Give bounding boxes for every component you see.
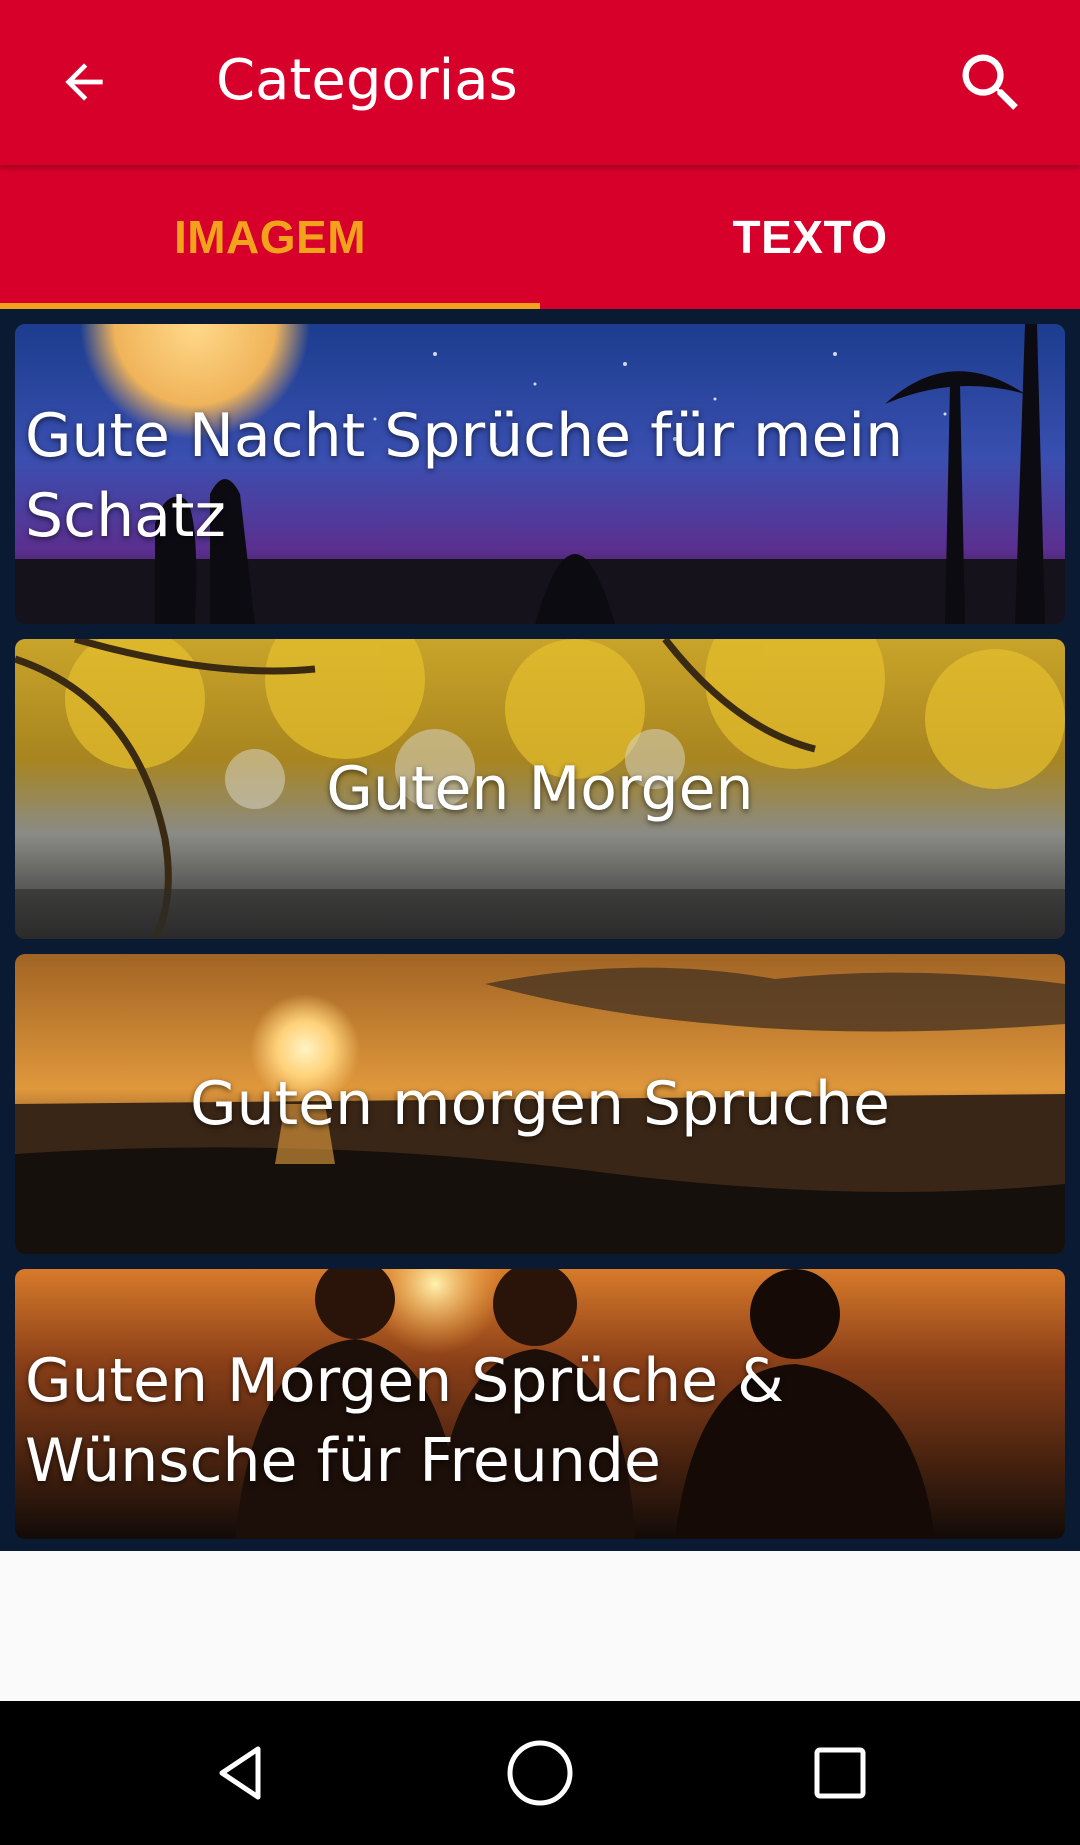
tab-imagem[interactable]: IMAGEM: [0, 165, 540, 309]
back-button[interactable]: [44, 42, 124, 122]
nav-home-button[interactable]: [490, 1723, 590, 1823]
empty-area: [0, 1551, 1080, 1701]
system-nav-bar: [0, 1701, 1080, 1845]
nav-recents-icon: [814, 1747, 866, 1799]
app-bar: Categorias: [0, 0, 1080, 165]
category-title: Gute Nacht Sprüche für mein Schatz: [25, 401, 904, 551]
nav-back-icon: [219, 1746, 261, 1800]
category-title: Guten morgen Spruche: [190, 1069, 890, 1139]
category-title: Guten Morgen: [326, 754, 754, 824]
category-card-freunde[interactable]: Guten Morgen Sprüche & Wünsche für Freun…: [15, 1269, 1065, 1539]
nav-home-icon: [507, 1740, 573, 1806]
arrow-back-icon: [65, 63, 103, 101]
category-card-gute-nacht[interactable]: Gute Nacht Sprüche für mein Schatz: [15, 324, 1065, 624]
nav-recents-button[interactable]: [790, 1723, 890, 1823]
search-icon: [962, 54, 1018, 110]
tab-imagem-label: IMAGEM: [173, 211, 367, 263]
tab-bar: IMAGEM TEXTO: [0, 165, 1080, 309]
category-card-guten-morgen-spruche[interactable]: Guten morgen Spruche: [15, 954, 1065, 1254]
nav-back-button[interactable]: [190, 1723, 290, 1823]
category-card-guten-morgen[interactable]: Guten Morgen: [15, 639, 1065, 939]
tab-texto-label: TEXTO: [732, 211, 888, 263]
tab-texto[interactable]: TEXTO: [540, 165, 1080, 309]
category-list: Gute Nacht Sprüche für mein Schatz Guten…: [0, 309, 1080, 1551]
search-button[interactable]: [946, 38, 1036, 128]
page-title: Categorias: [216, 48, 518, 113]
category-title: Guten Morgen Sprüche & Wünsche für Freun…: [25, 1346, 784, 1496]
